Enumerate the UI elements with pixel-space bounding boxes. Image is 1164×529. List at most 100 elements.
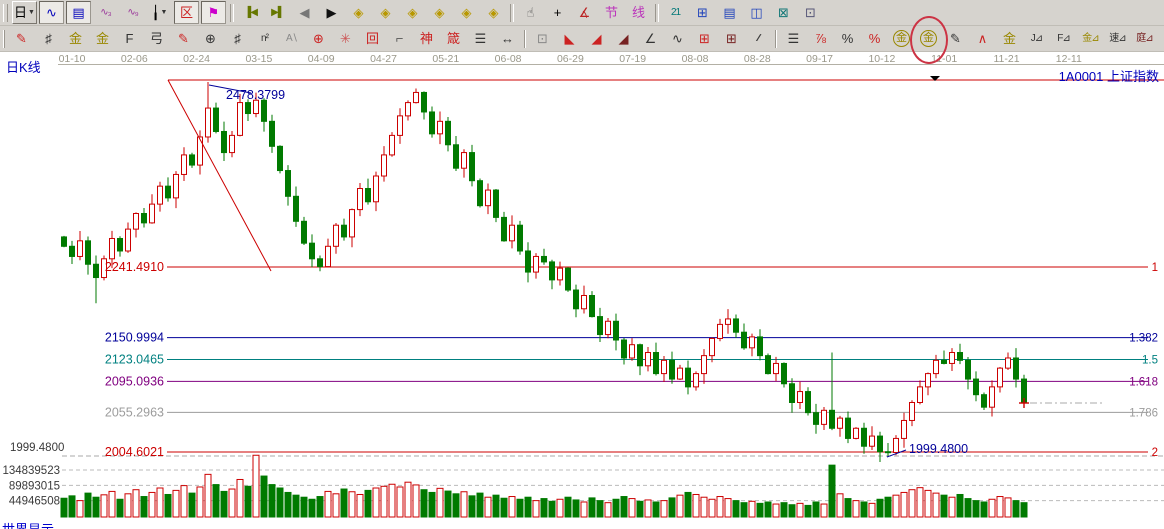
volume-bar xyxy=(588,497,596,518)
volume-bar xyxy=(380,485,388,518)
volume-bar xyxy=(1012,500,1020,518)
fib-ratio-label: 1 xyxy=(1152,262,1158,274)
volume-bar xyxy=(556,498,564,518)
candle-body xyxy=(773,362,779,375)
candle-body xyxy=(509,224,515,242)
volume-bar xyxy=(308,498,316,518)
volume-bar xyxy=(1020,502,1028,518)
volume-bar xyxy=(476,492,484,518)
candle-body xyxy=(285,170,291,197)
candle-body xyxy=(333,224,339,247)
volume-bar xyxy=(820,503,828,518)
volume-bar xyxy=(324,490,332,518)
candle-body xyxy=(117,237,123,252)
volume-bar xyxy=(84,492,92,518)
volume-bar xyxy=(732,500,740,518)
volume-bar xyxy=(652,501,660,518)
candle-body xyxy=(365,188,371,203)
volume-bar xyxy=(60,497,68,518)
volume-bar xyxy=(412,484,420,518)
volume-bar xyxy=(372,487,380,518)
volume-bar xyxy=(252,454,260,518)
candle-body xyxy=(501,216,507,242)
candle-body xyxy=(573,289,579,310)
volume-bar xyxy=(236,478,244,518)
candle-body xyxy=(397,115,403,136)
candle-body xyxy=(661,359,667,375)
fib-ratio-label: 1.382 xyxy=(1129,333,1158,345)
volume-bar xyxy=(348,491,356,518)
candle-body xyxy=(349,209,355,238)
candle-body xyxy=(85,240,91,265)
fib-ratio-label: 1.618 xyxy=(1129,376,1158,388)
candle-body xyxy=(453,144,459,169)
candle-body xyxy=(797,391,803,403)
candle-body xyxy=(613,320,619,341)
chart-canvas[interactable]: 2478.3799 1999.4800 134839523 89893015 44946… xyxy=(0,0,1164,529)
candle-body xyxy=(893,437,899,453)
candle-body xyxy=(381,154,387,177)
volume-bar xyxy=(860,501,868,518)
period-label: 日K线 xyxy=(6,60,41,75)
volume-bar xyxy=(636,500,644,518)
volume-bar xyxy=(524,496,532,518)
volume-bar xyxy=(668,497,676,518)
volume-bar xyxy=(300,496,308,518)
volume-bar xyxy=(892,494,900,518)
volume-bar xyxy=(964,498,972,518)
volume-axis-label: 44946508 xyxy=(9,496,60,508)
volume-bar xyxy=(844,498,852,518)
volume-bar xyxy=(404,481,412,518)
volume-bar xyxy=(916,487,924,518)
candle-body xyxy=(149,203,155,224)
candle-body xyxy=(549,261,555,281)
candle-body xyxy=(685,367,691,388)
volume-bar xyxy=(420,489,428,518)
candle-body xyxy=(853,427,859,439)
candle-body xyxy=(221,130,227,154)
candle-body xyxy=(229,134,235,154)
volume-bar xyxy=(676,494,684,518)
volume-bar xyxy=(788,504,796,518)
volume-bar xyxy=(396,486,404,518)
candle-body xyxy=(941,359,947,364)
volume-bar xyxy=(284,491,292,518)
candle-body xyxy=(181,154,187,175)
candle-body xyxy=(733,318,739,333)
volume-bar xyxy=(468,495,476,518)
volume-bar xyxy=(196,486,204,518)
candle-body xyxy=(765,355,771,375)
volume-bar xyxy=(68,495,76,518)
candle-body xyxy=(197,136,203,166)
volume-bar xyxy=(796,502,804,518)
volume-bar xyxy=(740,502,748,518)
candle-body xyxy=(325,245,331,268)
volume-bar xyxy=(204,473,212,518)
volume-bar xyxy=(260,475,268,518)
candle-body xyxy=(829,409,835,429)
volume-bar xyxy=(244,485,252,518)
fib-ratio-label: 1.5 xyxy=(1142,355,1158,367)
price-level-label: 2241.4910 xyxy=(105,260,164,274)
volume-bar xyxy=(356,493,364,518)
volume-bar xyxy=(660,500,668,518)
candle-body xyxy=(485,189,491,207)
volume-bar xyxy=(868,502,876,518)
candle-body xyxy=(597,316,603,336)
low-price-annotation: 1999.4800 xyxy=(909,442,968,456)
candle-body xyxy=(901,419,907,439)
candle-body xyxy=(749,336,755,349)
candle-body xyxy=(845,417,851,439)
volume-bar xyxy=(140,496,148,518)
volume-bar xyxy=(92,496,100,518)
volume-bar xyxy=(980,501,988,518)
candle-body xyxy=(77,240,83,257)
candle-body xyxy=(341,224,347,238)
fib-ratio-label: 2 xyxy=(1152,447,1158,459)
volume-bar xyxy=(132,489,140,518)
candle-body xyxy=(741,331,747,349)
candle-body xyxy=(389,134,395,156)
volume-bars xyxy=(60,454,1028,518)
volume-bar xyxy=(340,488,348,518)
volume-bar xyxy=(388,483,396,518)
